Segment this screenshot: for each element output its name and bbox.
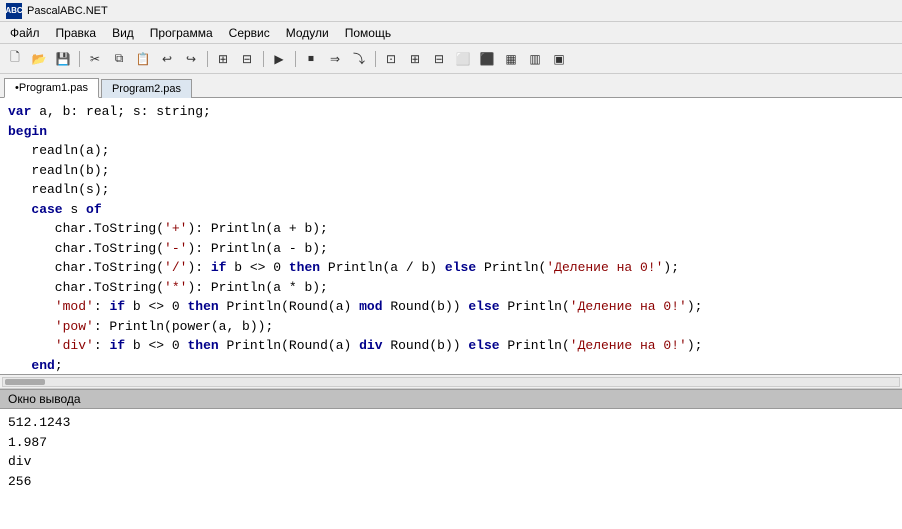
undo-btn[interactable]: ↩ [156, 48, 178, 70]
output-title: Окно вывода [8, 392, 81, 406]
find-btn[interactable]: ⊞ [212, 48, 234, 70]
code-line-6: case s of [8, 200, 894, 220]
hscroll-track[interactable] [2, 377, 900, 387]
tb5[interactable]: ⬛ [476, 48, 498, 70]
menu-item-модули[interactable]: Модули [278, 24, 337, 42]
code-line-14: end; [8, 356, 894, 376]
open-btn[interactable]: 📂 [28, 48, 50, 70]
replace-btn[interactable]: ⊟ [236, 48, 258, 70]
code-line-4: readln(b); [8, 161, 894, 181]
app-title: PascalABC.NET [27, 5, 108, 17]
copy-btn[interactable]: ⧉ [108, 48, 130, 70]
redo-btn[interactable]: ↪ [180, 48, 202, 70]
new-btn[interactable]: 🗋 [4, 48, 26, 70]
editor-hscroll[interactable] [0, 375, 902, 389]
stepinto-btn[interactable]: ⤵ [348, 48, 370, 70]
step-btn[interactable]: ⇒ [324, 48, 346, 70]
tb1[interactable]: ⊡ [380, 48, 402, 70]
toolbar: 🗋📂💾✂⧉📋↩↪⊞⊟▶⏹⇒⤵⊡⊞⊟⬜⬛▦▥▣ [0, 44, 902, 74]
run-btn[interactable]: ▶ [268, 48, 290, 70]
code-line-7: char.ToString('+'): Println(a + b); [8, 219, 894, 239]
code-line-11: 'mod': if b <> 0 then Println(Round(a) m… [8, 297, 894, 317]
output-header: Окно вывода [0, 389, 902, 409]
tb3[interactable]: ⊟ [428, 48, 450, 70]
stop-btn[interactable]: ⏹ [300, 48, 322, 70]
paste-btn[interactable]: 📋 [132, 48, 154, 70]
menu-item-вид[interactable]: Вид [104, 24, 142, 42]
menu-item-правка[interactable]: Правка [48, 24, 105, 42]
tb8[interactable]: ▣ [548, 48, 570, 70]
tabs: •Program1.pasProgram2.pas [0, 74, 902, 98]
sep5 [372, 48, 378, 70]
output-line: 1.987 [8, 433, 894, 453]
save-btn[interactable]: 💾 [52, 48, 74, 70]
tab-1[interactable]: Program2.pas [101, 79, 192, 98]
menu-item-файл[interactable]: Файл [2, 24, 48, 42]
tb2[interactable]: ⊞ [404, 48, 426, 70]
code-line-5: readln(s); [8, 180, 894, 200]
output-line: div [8, 452, 894, 472]
code-line-3: readln(a); [8, 141, 894, 161]
code-line-9: char.ToString('/'): if b <> 0 then Print… [8, 258, 894, 278]
code-line-12: 'pow': Println(power(a, b)); [8, 317, 894, 337]
menu-item-помощь[interactable]: Помощь [337, 24, 399, 42]
output-content: 512.12431.987div256 [0, 409, 902, 529]
output-line: 256 [8, 472, 894, 492]
menu-bar: ФайлПравкаВидПрограммаСервисМодулиПомощь [0, 22, 902, 44]
hscroll-thumb[interactable] [5, 379, 45, 385]
cut-btn[interactable]: ✂ [84, 48, 106, 70]
sep3 [260, 48, 266, 70]
tb4[interactable]: ⬜ [452, 48, 474, 70]
menu-item-сервис[interactable]: Сервис [221, 24, 278, 42]
code-line-2: begin [8, 122, 894, 142]
title-bar: ABC PascalABC.NET [0, 0, 902, 22]
code-line-8: char.ToString('-'): Println(a - b); [8, 239, 894, 259]
app-icon: ABC [6, 3, 22, 19]
code-editor[interactable]: var a, b: real; s: string;begin readln(a… [0, 98, 902, 375]
code-line-1: var a, b: real; s: string; [8, 102, 894, 122]
code-line-13: 'div': if b <> 0 then Println(Round(a) d… [8, 336, 894, 356]
tb6[interactable]: ▦ [500, 48, 522, 70]
output-panel: Окно вывода 512.12431.987div256 [0, 389, 902, 529]
sep1 [76, 48, 82, 70]
code-line-10: char.ToString('*'): Println(a * b); [8, 278, 894, 298]
tb7[interactable]: ▥ [524, 48, 546, 70]
menu-item-программа[interactable]: Программа [142, 24, 221, 42]
tab-0[interactable]: •Program1.pas [4, 78, 99, 98]
output-line: 512.1243 [8, 413, 894, 433]
sep2 [204, 48, 210, 70]
sep4 [292, 48, 298, 70]
